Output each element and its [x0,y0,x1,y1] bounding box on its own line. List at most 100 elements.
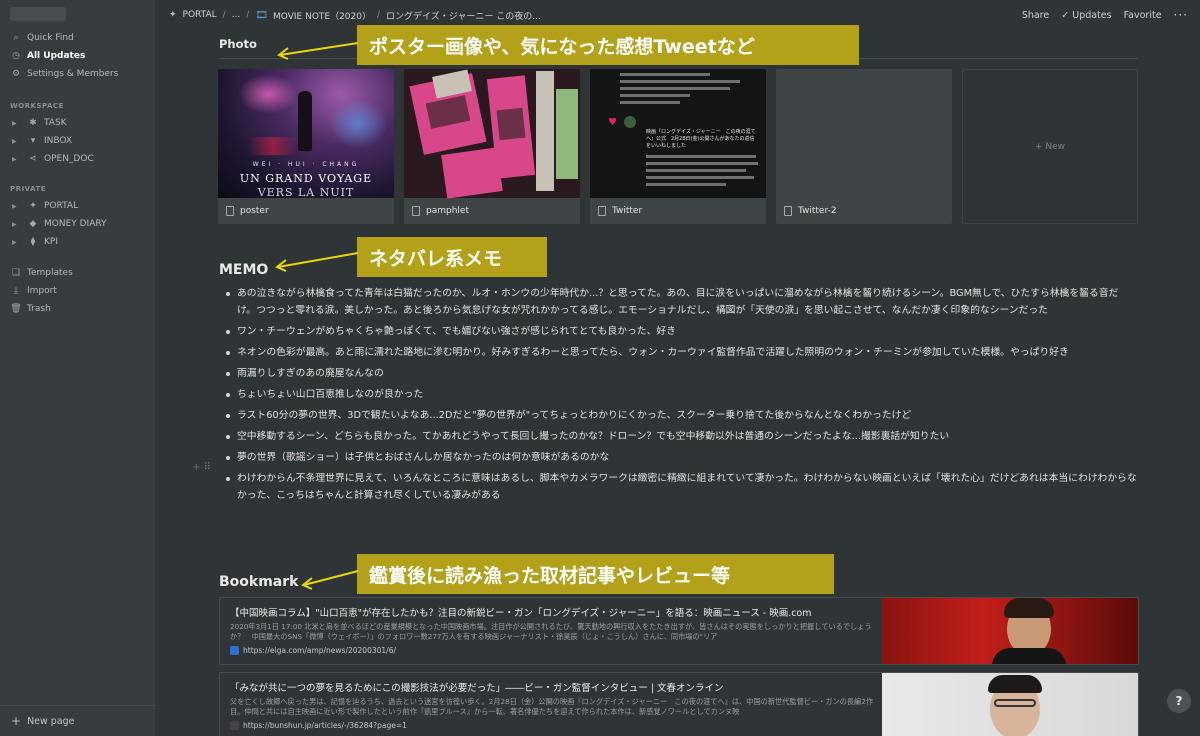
caret-right-icon[interactable]: ▶ [12,120,20,127]
list-item[interactable]: ちょいちょい山口百恵推しなのが良かった [226,386,1137,403]
gallery-card-pamphlet[interactable]: pamphlet [404,69,580,224]
sidebar-trash[interactable]: 🗑 Trash [10,301,51,317]
private-section-label: PRIVATE [10,185,46,193]
list-item[interactable]: わけわからん不条理世界に見えて、いろんなところに意味はあるし、脚本やカメラワーク… [226,470,1137,504]
breadcrumb-portal[interactable]: PORTAL [183,10,217,20]
sidebar-item-task[interactable]: ▶ ✱ TASK [10,115,67,131]
search-icon: ⌕ [13,33,19,43]
share-icon: ⋖ [29,154,37,164]
photo-heading: Photo [219,37,257,51]
bookmark-card-eiga[interactable]: 【中国映画コラム】"山口百恵"が存在したかも？注目の新鋭ビー・ガン「ロングデイズ… [219,597,1139,665]
pamphlet-image [404,69,580,199]
annotation-memo: ネタバレ系メモ [357,237,547,277]
updates-label: Updates [1072,9,1112,21]
card-caption: pamphlet [404,198,580,224]
bookmark-description: 父を亡くし故郷へ戻った男は、記憶を辿るうち、過去という迷宮を彷徨い歩く。2月28… [230,697,874,716]
favicon-icon [230,721,239,730]
annotation-arrow-icon [301,570,359,590]
more-icon[interactable]: ··· [1174,8,1188,22]
templates-icon: ❏ [11,268,21,278]
money-icon: ◆ [29,219,37,229]
help-button[interactable]: ? [1167,689,1191,713]
sidebar-item-label: TASK [44,118,67,128]
sidebar-item-label: PORTAL [44,201,79,211]
updates-button[interactable]: ✓ Updates [1061,10,1111,21]
share-button[interactable]: Share [1022,10,1049,21]
breadcrumb-movie-note[interactable]: MOVIE NOTE（2020） [273,9,371,22]
list-item[interactable]: ワン・チーウェンがめちゃくちゃ艶っぽくて、でも媚びない強さが感じられてとても良か… [226,323,1137,340]
new-page-label: New page [27,715,75,727]
drag-handle-icon[interactable]: + ⠿ [192,462,211,473]
list-item[interactable]: あの泣きながら林檎食ってた青年は白猫だったのか、ルオ・ホンウの少年時代か...？… [226,285,1137,319]
caret-right-icon[interactable]: ▶ [12,221,20,228]
bookmark-title: 【中国映画コラム】"山口百恵"が存在したかも？注目の新鋭ビー・ガン「ロングデイズ… [230,608,812,619]
sidebar-import[interactable]: ⤓ Import [10,283,57,299]
favorite-button[interactable]: Favorite [1124,10,1162,21]
sidebar-item-label: KPI [44,237,58,247]
sidebar-quick-find[interactable]: ⌕ Quick Find [10,30,73,46]
sidebar-templates[interactable]: ❏ Templates [10,265,73,281]
caret-right-icon[interactable]: ▶ [12,203,20,210]
sidebar-item-label: Trash [27,304,51,314]
card-caption-text: Twitter-2 [798,206,837,216]
bookmark-card-bunshun[interactable]: 「みなが共に一つの夢を見るためにこの撮影技法が必要だった」――ビー・ガン監督イン… [219,672,1139,736]
memo-heading: MEMO [219,262,269,278]
new-page-button[interactable]: + New page [0,705,155,736]
sidebar-item-label: Templates [27,268,73,278]
sidebar-item-open-doc[interactable]: ▶ ⋖ OPEN_DOC [10,151,94,167]
portal-icon: ✦ [169,10,177,20]
memo-list: あの泣きながら林檎食ってた青年は白猫だったのか、ルオ・ホンウの少年時代か...？… [226,285,1137,508]
download-icon: ⤓ [14,286,18,296]
list-item[interactable]: ネオンの色彩が最高。あと雨に濡れた路地に滲む明かり。好みすぎるわーと思ってたら、… [226,344,1137,361]
bookmark-thumbnail [882,598,1138,664]
list-item[interactable]: 雨漏りしすぎのあの廃屋なんなの [226,365,1137,382]
page-icon [226,206,234,216]
card-caption-text: poster [240,206,269,216]
clock-icon: ◷ [12,51,20,61]
sidebar-item-label: MONEY DIARY [44,219,107,229]
sidebar-settings-members[interactable]: ⚙ Settings & Members [10,66,118,82]
twitter-screenshot: ♥ 映画『ロングデイズ・ジャーニー この夜の涯てへ』公式 2月28日(金)公開さ… [590,69,766,198]
gear-icon: ⚙ [11,69,21,79]
card-caption: Twitter-2 [776,198,952,224]
breadcrumb-current-page[interactable]: ロングデイズ・ジャーニー この夜の... [386,9,541,22]
sidebar-item-portal[interactable]: ▶ ✦ PORTAL [10,198,78,214]
page-icon [412,206,420,216]
list-item[interactable]: 空中移動するシーン、どちらも良かった。てかあれどうやって長回し撮ったのかな？ドロ… [226,428,1137,445]
film-icon: 🎞 [255,9,269,21]
sidebar-item-label: INBOX [44,136,73,146]
bookmark-thumbnail [882,673,1138,736]
annotation-arrow-icon [275,252,359,272]
bookmark-title: 「みなが共に一つの夢を見るためにこの撮影技法が必要だった」――ビー・ガン監督イン… [230,683,724,694]
caret-right-icon[interactable]: ▶ [12,138,20,145]
gallery-card-twitter[interactable]: ♥ 映画『ロングデイズ・ジャーニー この夜の涯てへ』公式 2月28日(金)公開さ… [590,69,766,224]
topbar-actions: Share ✓ Updates Favorite ··· [1022,0,1188,30]
sidebar-item-kpi[interactable]: ▶ ⧫ KPI [10,234,58,250]
sidebar-item-inbox[interactable]: ▶ ▾ INBOX [10,133,72,149]
gallery-new-card-button[interactable]: + New [962,69,1138,224]
favicon-icon [230,646,239,655]
poster-credit: WEI · HUI · CHANG [252,161,360,168]
plus-icon: + [11,714,22,728]
heart-icon: ♥ [608,117,617,128]
breadcrumb-ellipsis[interactable]: ... [232,10,241,20]
asterisk-icon: ✱ [29,118,37,128]
gallery-card-twitter-2[interactable]: Twitter-2 [776,69,952,224]
card-caption: Twitter [590,198,766,224]
chart-icon: ⧫ [30,237,36,247]
list-item[interactable]: 夢の世界（歌謡ショー）は子供とおばさんしか居なかったのは何か意味があるのかな [226,449,1137,466]
bookmark-heading: Bookmark [219,574,299,590]
sidebar-item-label: Import [27,286,57,296]
poster-title-1: UN GRAND VOYAGE [239,172,373,185]
avatar [624,116,636,128]
page-icon [598,206,606,216]
caret-right-icon[interactable]: ▶ [12,239,20,246]
workspace-switcher[interactable] [10,7,66,21]
sidebar-all-updates[interactable]: ◷ All Updates [10,48,85,64]
page-icon [784,206,792,216]
poster-image: WEI · HUI · CHANG UN GRAND VOYAGE VERS L… [218,69,394,199]
caret-right-icon[interactable]: ▶ [12,156,20,163]
gallery-card-poster[interactable]: WEI · HUI · CHANG UN GRAND VOYAGE VERS L… [218,69,394,224]
list-item[interactable]: ラスト60分の夢の世界、3Dで観たいよなあ...2Dだと"夢の世界が"ってちょっ… [226,407,1137,424]
sidebar-item-money-diary[interactable]: ▶ ◆ MONEY DIARY [10,216,107,232]
